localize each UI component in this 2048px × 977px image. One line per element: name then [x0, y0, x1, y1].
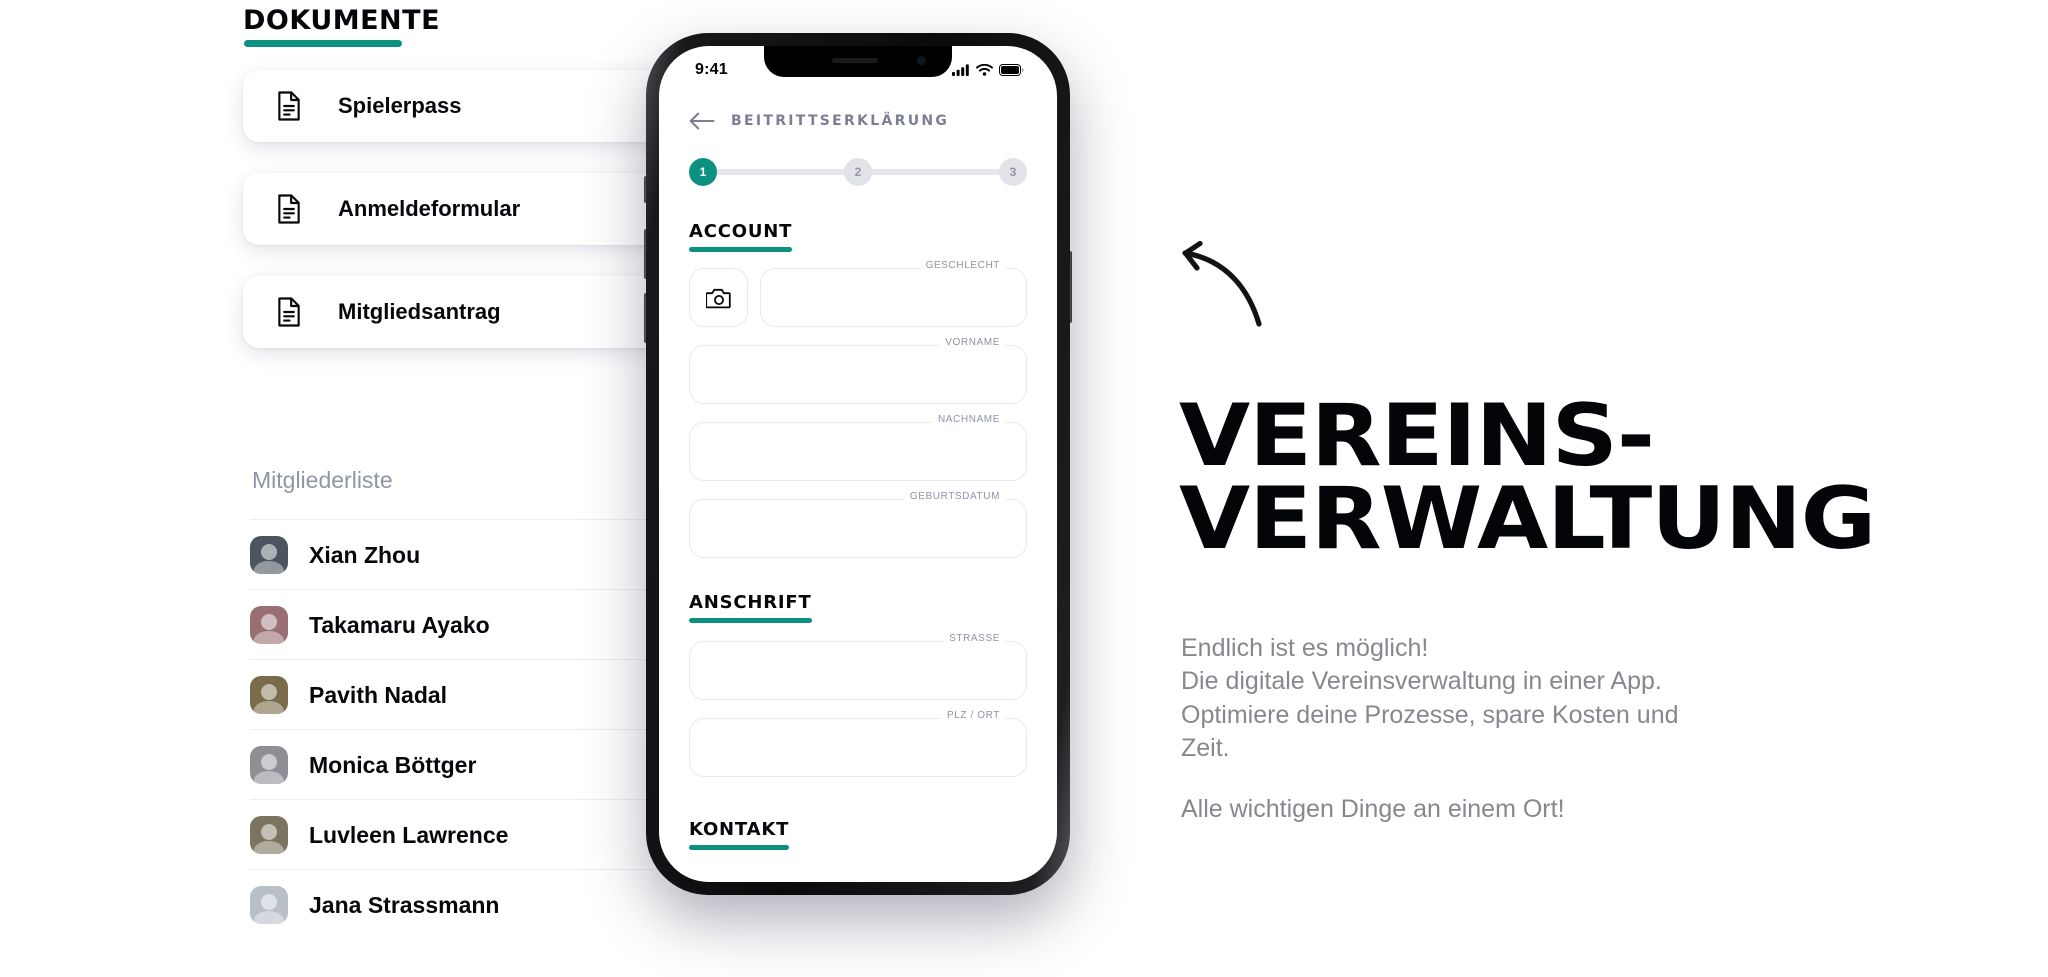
field-label: GEBURTSDATUM — [903, 491, 1006, 502]
avatar — [250, 536, 288, 574]
page-headline: VEREINS- VERWALTUNG — [1179, 386, 1928, 570]
field-label: NACHNAME — [931, 414, 1006, 425]
avatar — [250, 816, 288, 854]
subcopy-line-4: Zeit. — [1181, 733, 1230, 762]
subcopy-line-3: Optimiere deine Prozesse, spare Kosten u… — [1181, 700, 1679, 729]
wifi-icon — [976, 64, 993, 76]
app-header: BEITRITTSERKLÄRUNG — [689, 112, 1027, 130]
section-underline — [689, 845, 790, 850]
phone-frame: 9:41 BEITRITTSERKLÄRUNG 1 2 3 ACCOUNT GE… — [646, 33, 1070, 895]
section-underline — [689, 247, 793, 252]
field-vorname[interactable]: VORNAME — [689, 337, 1027, 404]
stepper-step-3[interactable]: 3 — [999, 158, 1027, 186]
list-item[interactable]: Pavith Nadal — [250, 659, 680, 730]
field-label: PLZ / ORT — [940, 710, 1006, 721]
headline-line-1: VEREINS- — [1179, 386, 1655, 486]
photo-upload-button[interactable] — [689, 268, 748, 327]
documents-heading: DOKUMENTE — [243, 5, 441, 36]
members-list-heading: Mitgliederliste — [252, 467, 393, 493]
section-title: KONTAKT — [689, 819, 790, 840]
section-header-account: ACCOUNT — [689, 221, 793, 252]
field-label: GESCHLECHT — [919, 260, 1006, 271]
phone-screen: 9:41 BEITRITTSERKLÄRUNG 1 2 3 ACCOUNT GE… — [659, 46, 1057, 882]
avatar — [250, 676, 288, 714]
documents-and-members-panel: DOKUMENTE Spielerpass Anmeldeformular Mi… — [0, 0, 863, 977]
document-icon — [278, 297, 300, 327]
section-header-anschrift: ANSCHRIFT — [689, 592, 812, 623]
document-card-label: Anmeldeformular — [338, 196, 521, 221]
marketing-panel: VEREINS- VERWALTUNG Endlich ist es mögli… — [1155, 0, 2048, 977]
camera-icon — [705, 288, 731, 308]
status-bar-icons — [952, 64, 1024, 76]
avatar — [250, 606, 288, 644]
page-root: DOKUMENTE Spielerpass Anmeldeformular Mi… — [0, 0, 2048, 977]
curved-arrow — [1171, 238, 1271, 328]
field-label: VORNAME — [939, 337, 1006, 348]
page-title: BEITRITTSERKLÄRUNG — [731, 113, 950, 129]
document-card-label: Mitgliedsantrag — [338, 299, 501, 324]
front-camera-icon — [917, 56, 926, 65]
list-item[interactable]: Monica Böttger — [250, 729, 680, 800]
phone-mockup: 9:41 BEITRITTSERKLÄRUNG 1 2 3 ACCOUNT GE… — [644, 33, 1072, 895]
document-icon — [278, 91, 300, 121]
battery-icon — [999, 64, 1024, 76]
field-geburtsdatum[interactable]: GEBURTSDATUM — [689, 491, 1027, 558]
documents-heading-underline — [244, 40, 402, 47]
earpiece-speaker — [831, 58, 878, 63]
phone-notch — [764, 46, 952, 77]
list-item[interactable]: Luvleen Lawrence — [250, 799, 680, 870]
stepper-step-1[interactable]: 1 — [689, 158, 717, 186]
member-name: Takamaru Ayako — [309, 611, 490, 638]
document-card-label: Spielerpass — [338, 93, 462, 118]
field-geschlecht[interactable]: GESCHLECHT — [760, 260, 1027, 327]
section-underline — [689, 618, 812, 623]
account-first-row: GESCHLECHT — [689, 260, 1027, 327]
subcopy-tagline: Alle wichtigen Dinge an einem Ort! — [1181, 795, 1565, 823]
field-label: STRASSE — [943, 633, 1006, 644]
headline-line-2: VERWALTUNG — [1179, 469, 1876, 570]
avatar — [250, 746, 288, 784]
field-strasse[interactable]: STRASSE — [689, 633, 1027, 700]
status-bar-time: 9:41 — [695, 61, 728, 78]
member-name: Monica Böttger — [309, 751, 477, 778]
section-title: ANSCHRIFT — [689, 592, 812, 613]
section-header-kontakt: KONTAKT — [689, 819, 790, 850]
app-content: BEITRITTSERKLÄRUNG 1 2 3 ACCOUNT GESCHLE… — [659, 90, 1057, 882]
member-name: Pavith Nadal — [309, 681, 448, 708]
field-plz-ort[interactable]: PLZ / ORT — [689, 710, 1027, 777]
subcopy-line-2: Die digitale Vereinsverwaltung in einer … — [1181, 667, 1662, 696]
curved-arrow-icon — [1182, 240, 1262, 327]
list-item[interactable]: Takamaru Ayako — [250, 589, 680, 660]
back-arrow-icon[interactable] — [689, 112, 715, 130]
section-title: ACCOUNT — [689, 221, 793, 242]
cellular-signal-icon — [952, 64, 969, 76]
stepper-step-2[interactable]: 2 — [844, 158, 872, 186]
subcopy-gap — [1181, 765, 1801, 793]
list-item[interactable]: Xian Zhou — [250, 519, 680, 590]
avatar — [250, 886, 288, 924]
member-name: Jana Strassmann — [309, 891, 500, 918]
list-item[interactable]: Jana Strassmann — [250, 869, 680, 940]
page-subcopy: Endlich ist es möglich! Die digitale Ver… — [1181, 632, 1801, 826]
member-name: Xian Zhou — [309, 541, 421, 568]
document-icon — [278, 194, 300, 224]
subcopy-line-1: Endlich ist es möglich! — [1181, 634, 1429, 662]
progress-stepper: 1 2 3 — [689, 157, 1027, 187]
field-nachname[interactable]: NACHNAME — [689, 414, 1027, 481]
member-name: Luvleen Lawrence — [309, 821, 509, 848]
